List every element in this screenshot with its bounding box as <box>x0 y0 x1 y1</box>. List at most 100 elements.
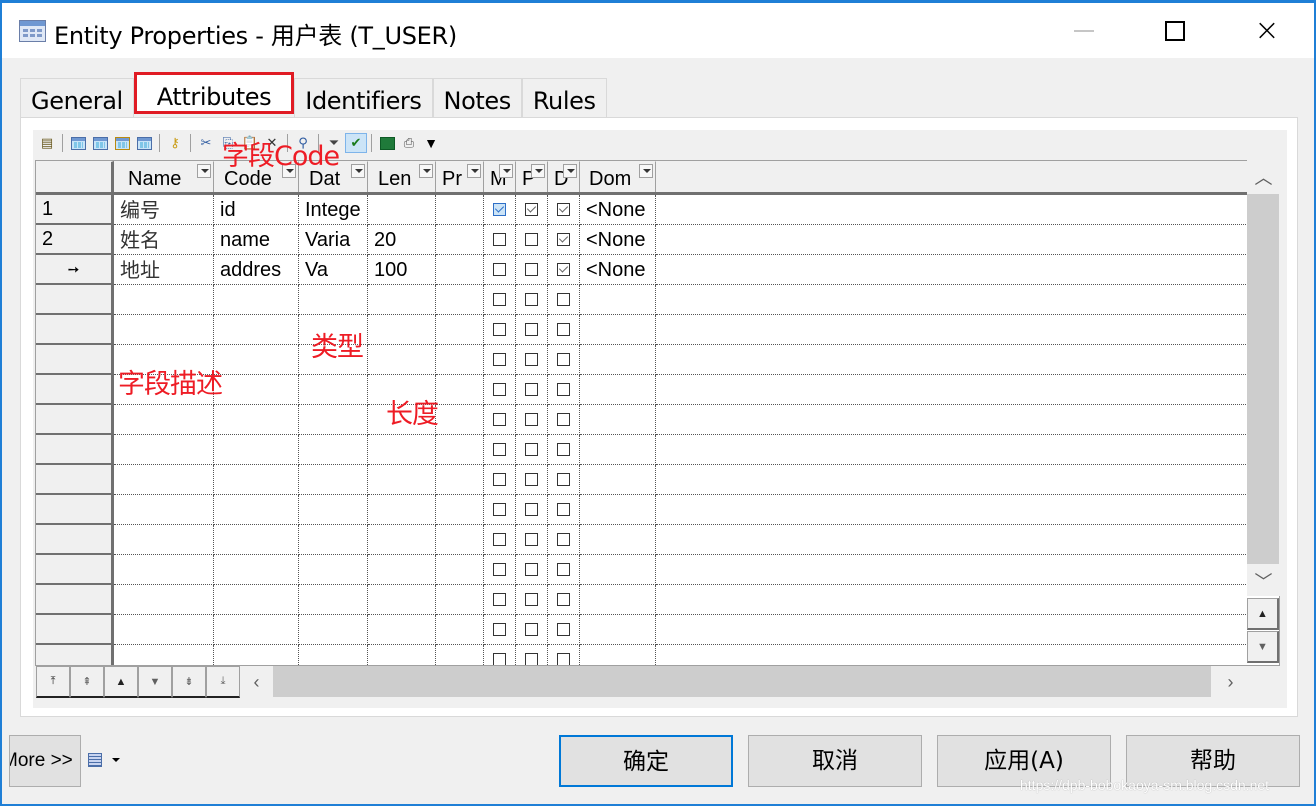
cell-displayed[interactable] <box>548 405 580 435</box>
cell-length[interactable] <box>368 645 436 665</box>
more-button[interactable]: More >> <box>9 735 81 787</box>
cell-precision[interactable] <box>436 315 484 345</box>
empty-table-row[interactable] <box>36 525 1248 555</box>
cell-primary[interactable] <box>516 405 548 435</box>
tab-identifiers[interactable]: Identifiers <box>294 78 433 118</box>
cell-displayed[interactable] <box>548 645 580 665</box>
cell-mandatory[interactable] <box>484 585 516 615</box>
cell-displayed[interactable] <box>548 555 580 585</box>
empty-table-row[interactable] <box>36 555 1248 585</box>
cell-precision[interactable] <box>436 435 484 465</box>
cell-length[interactable] <box>368 465 436 495</box>
chevron-down-icon[interactable] <box>112 758 120 762</box>
column-header-name[interactable]: Name <box>114 161 214 192</box>
add-attributes-icon[interactable] <box>111 133 133 153</box>
checkbox[interactable] <box>525 383 538 396</box>
cell-datatype[interactable] <box>299 435 368 465</box>
checkbox[interactable] <box>557 203 570 216</box>
cell-length[interactable] <box>368 525 436 555</box>
cell-name[interactable] <box>114 465 214 495</box>
reuse-attributes-icon[interactable] <box>133 133 155 153</box>
cell-domain[interactable] <box>580 465 656 495</box>
row-header[interactable] <box>36 345 114 375</box>
checkbox[interactable] <box>493 233 506 246</box>
cell-displayed[interactable] <box>548 525 580 555</box>
row-header[interactable] <box>36 405 114 435</box>
checkbox[interactable] <box>557 413 570 426</box>
checkbox[interactable] <box>557 473 570 486</box>
cell-precision[interactable] <box>436 465 484 495</box>
dropdown-arrow-icon[interactable]: ▼ <box>420 133 442 153</box>
cell-mandatory[interactable] <box>484 555 516 585</box>
cell-length[interactable]: 100 <box>368 255 436 285</box>
cell-name[interactable] <box>114 315 214 345</box>
cell-code[interactable] <box>214 645 299 665</box>
checkbox[interactable] <box>493 533 506 546</box>
cell-datatype[interactable] <box>299 585 368 615</box>
empty-table-row[interactable] <box>36 615 1248 645</box>
cell-displayed[interactable] <box>548 195 580 225</box>
cell-primary[interactable] <box>516 225 548 255</box>
scroll-down-icon[interactable]: ﹀ <box>1247 564 1280 598</box>
cell-precision[interactable] <box>436 525 484 555</box>
cell-displayed[interactable] <box>548 435 580 465</box>
empty-table-row[interactable] <box>36 285 1248 315</box>
checkbox[interactable] <box>525 503 538 516</box>
cell-code[interactable]: addres <box>214 255 299 285</box>
vertical-scrollbar[interactable]: ︿ ﹀ <box>1247 160 1280 596</box>
filter-dropdown-icon[interactable] <box>467 164 481 178</box>
cell-precision[interactable] <box>436 255 484 285</box>
cell-precision[interactable] <box>436 615 484 645</box>
cell-length[interactable] <box>368 315 436 345</box>
table-row[interactable]: ➙ 地址 addres Va 100 <None <box>36 255 1248 285</box>
checkbox[interactable] <box>493 623 506 636</box>
checkbox[interactable] <box>557 323 570 336</box>
filter-dropdown-icon[interactable] <box>563 164 577 178</box>
row-header[interactable]: 2 <box>36 225 114 255</box>
cell-domain[interactable] <box>580 495 656 525</box>
checkbox[interactable] <box>493 653 506 665</box>
empty-table-row[interactable] <box>36 405 1248 435</box>
checkbox[interactable] <box>557 503 570 516</box>
tab-attributes[interactable]: Attributes <box>133 72 295 114</box>
cell-precision[interactable] <box>436 555 484 585</box>
cell-precision[interactable] <box>436 345 484 375</box>
empty-table-row[interactable] <box>36 585 1248 615</box>
checkbox[interactable] <box>557 353 570 366</box>
cell-displayed[interactable] <box>548 345 580 375</box>
cell-primary[interactable] <box>516 615 548 645</box>
cell-name[interactable] <box>114 405 214 435</box>
cell-code[interactable] <box>214 465 299 495</box>
checkbox[interactable] <box>525 623 538 636</box>
checkbox[interactable] <box>493 563 506 576</box>
cell-primary[interactable] <box>516 345 548 375</box>
column-header-primary[interactable]: P <box>516 161 548 192</box>
column-header-precision[interactable]: Pr <box>436 161 484 192</box>
checkbox[interactable] <box>525 533 538 546</box>
cell-datatype[interactable]: Va <box>299 255 368 285</box>
move-top-button[interactable]: ⤒ <box>36 666 70 698</box>
cell-length[interactable] <box>368 285 436 315</box>
cell-mandatory[interactable] <box>484 615 516 645</box>
print-icon[interactable]: ⎙ <box>398 133 420 153</box>
cell-length[interactable]: 20 <box>368 225 436 255</box>
checkbox[interactable] <box>525 323 538 336</box>
cell-primary[interactable] <box>516 375 548 405</box>
checkbox[interactable] <box>493 353 506 366</box>
column-header-domain[interactable]: Dom <box>580 161 656 192</box>
column-header-mandatory[interactable]: M <box>484 161 516 192</box>
checkbox[interactable] <box>493 323 506 336</box>
cell-primary[interactable] <box>516 525 548 555</box>
cell-mandatory[interactable] <box>484 645 516 665</box>
cell-displayed[interactable] <box>548 495 580 525</box>
checkbox[interactable] <box>493 413 506 426</box>
cell-displayed[interactable] <box>548 375 580 405</box>
cell-mandatory[interactable] <box>484 315 516 345</box>
cell-domain[interactable] <box>580 405 656 435</box>
cell-datatype[interactable] <box>299 405 368 435</box>
cell-datatype[interactable] <box>299 645 368 665</box>
excel-export-icon[interactable] <box>376 133 398 153</box>
checkbox[interactable] <box>557 233 570 246</box>
checkbox[interactable] <box>557 383 570 396</box>
cell-mandatory[interactable] <box>484 465 516 495</box>
